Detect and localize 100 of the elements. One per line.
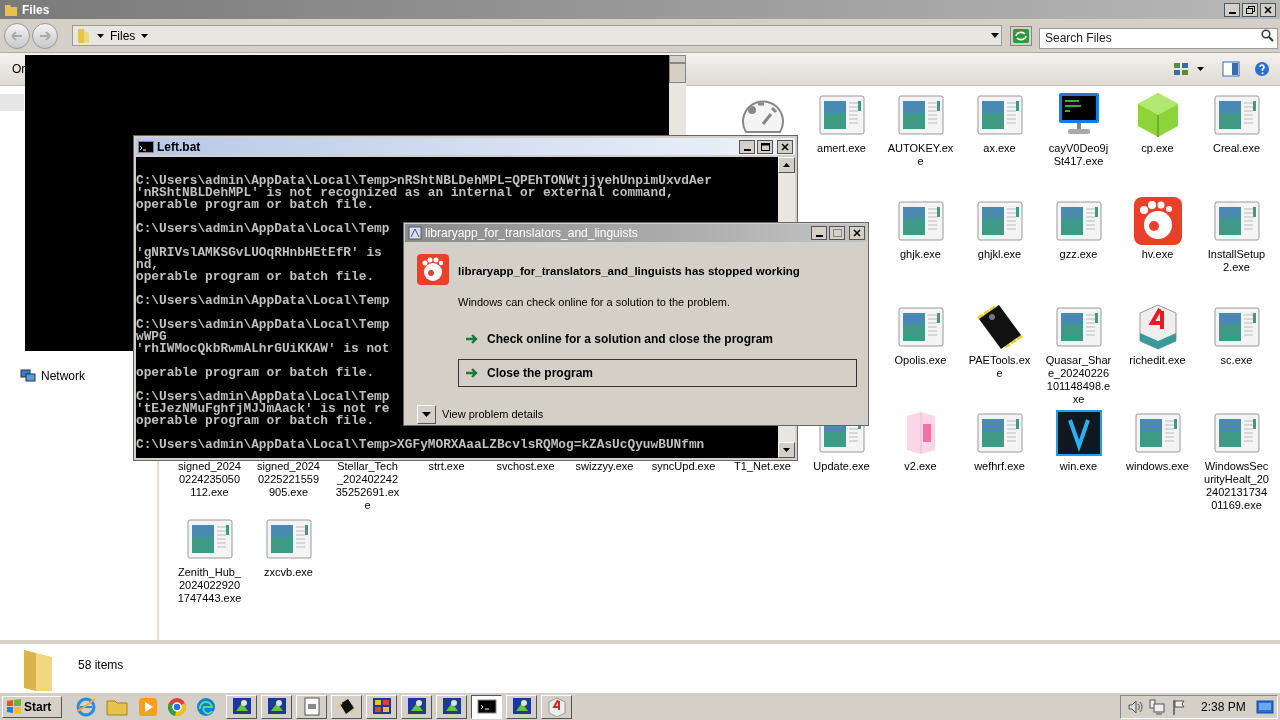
setup-icon xyxy=(406,696,427,717)
show-desktop-icon[interactable] xyxy=(1255,698,1274,715)
file-name[interactable]: WindowsSecurityHealt_20240213173401169.exe xyxy=(1203,460,1270,512)
console-line: operable program or batch file. xyxy=(136,415,375,427)
maximize-icon xyxy=(760,142,770,151)
console-line: 'rhIWMocQkbRwmALhrGUiKKAW' is not xyxy=(136,343,390,355)
option-link[interactable]: Check online for a solution and close the program xyxy=(458,324,857,353)
chrome-icon[interactable] xyxy=(167,696,187,717)
preview-pane-icon[interactable] xyxy=(1222,61,1240,77)
speaker-icon[interactable] xyxy=(1127,698,1143,715)
caret-icon[interactable] xyxy=(1197,67,1204,71)
file-name[interactable]: strt.exe xyxy=(413,460,480,473)
option-link[interactable]: Close the program xyxy=(458,358,857,387)
file-name[interactable]: zxcvb.exe xyxy=(255,566,322,579)
close-button[interactable] xyxy=(1260,2,1276,17)
file-name[interactable]: cp.exe xyxy=(1124,142,1191,155)
back-arrow-icon xyxy=(11,30,23,41)
down-arrow-icon xyxy=(783,448,790,452)
file-name[interactable]: gzz.exe xyxy=(1045,248,1112,261)
console-icon xyxy=(138,140,154,153)
view-options-icon[interactable] xyxy=(1173,62,1189,76)
file-name[interactable]: hv.exe xyxy=(1124,248,1191,261)
file-name[interactable]: InstallSetup2.exe xyxy=(1203,248,1270,274)
chip-icon xyxy=(336,696,357,717)
minimize-icon xyxy=(815,235,823,237)
search-field[interactable]: Search Files xyxy=(1039,27,1278,49)
file-name[interactable]: Zenith_Hub_20240229201747443.exe xyxy=(176,566,243,605)
console-line: C:\Users\admin\AppData\Local\Temp>nRShtNBLDehMPL=QPEhTONWtjjyehUnpimUxvdAer xyxy=(136,175,712,187)
file-name[interactable]: T1_Net.exe xyxy=(729,460,796,473)
maximize-button[interactable] xyxy=(1242,2,1258,17)
file-name[interactable]: PAETools.exe xyxy=(966,354,1033,380)
file-name[interactable]: Update.exe xyxy=(808,460,875,473)
flag-icon[interactable] xyxy=(1171,698,1187,715)
dialog-message: Windows can check online for a solution to the problem. xyxy=(458,295,732,311)
caret-icon xyxy=(141,33,149,38)
details-label[interactable]: View problem details xyxy=(442,406,544,423)
dropdown-arrow-icon[interactable] xyxy=(991,33,999,38)
nav-item[interactable]: Network xyxy=(20,367,85,385)
chevron-down-icon xyxy=(422,411,431,417)
file-name[interactable]: Opolis.exe xyxy=(887,354,954,367)
application-icon xyxy=(1134,413,1181,453)
scroll-down-button[interactable] xyxy=(778,442,795,458)
network-icon[interactable] xyxy=(1149,698,1165,715)
file-name[interactable]: amert.exe xyxy=(808,142,875,155)
console-line: wWPG xyxy=(136,331,167,343)
organize-menu[interactable]: Or xyxy=(12,60,26,78)
file-name[interactable]: ghjkl.exe xyxy=(966,248,1033,261)
help-icon[interactable] xyxy=(1254,61,1270,77)
start-button[interactable]: Start xyxy=(2,695,62,718)
minimize-icon xyxy=(1228,11,1236,14)
file-name[interactable]: ghjk.exe xyxy=(887,248,954,261)
file-name[interactable]: sc.exe xyxy=(1203,354,1270,367)
restore-icon xyxy=(1245,5,1255,14)
minimize-button[interactable] xyxy=(739,139,755,154)
file-name[interactable]: Creal.exe xyxy=(1203,142,1270,155)
file-name[interactable]: v2.exe xyxy=(887,460,954,473)
close-button[interactable] xyxy=(777,139,793,154)
minimize-button[interactable] xyxy=(811,226,827,240)
console-line: operable program or batch file. xyxy=(136,367,375,379)
file-name[interactable]: Quasar_Share_20240226101148498.exe xyxy=(1045,354,1112,406)
console-line: 'tEJezNMuFghfjMJJmAack' is not re xyxy=(136,403,390,415)
close-icon xyxy=(1264,5,1272,14)
application-icon xyxy=(1055,201,1102,241)
file-name[interactable]: Stellar_Tech_20240224235252691.exe xyxy=(334,460,401,512)
file-name[interactable]: AUTOKEY.exe xyxy=(887,142,954,168)
application-icon xyxy=(1213,307,1260,347)
file-name[interactable]: syncUpd.exe xyxy=(650,460,717,473)
setup-icon xyxy=(266,696,287,717)
minimize-button[interactable] xyxy=(1224,2,1240,17)
expand-button[interactable] xyxy=(417,404,436,424)
close-button[interactable] xyxy=(849,226,865,240)
window-title: Left.bat xyxy=(157,138,201,156)
file-name[interactable]: signed_20240224235050112.exe xyxy=(176,460,243,499)
application-icon xyxy=(976,95,1023,135)
file-name[interactable]: swizzyy.exe xyxy=(571,460,638,473)
file-name[interactable]: windows.exe xyxy=(1124,460,1191,473)
file-name[interactable]: wefhrf.exe xyxy=(966,460,1033,473)
refresh-button[interactable] xyxy=(1010,25,1032,46)
application-icon xyxy=(976,413,1023,453)
application-icon xyxy=(818,95,865,135)
taskbar-button[interactable] xyxy=(471,694,502,719)
application-icon xyxy=(265,519,312,559)
file-name[interactable]: signed_20240225221559905.exe xyxy=(255,460,322,499)
scroll-thumb[interactable] xyxy=(669,63,686,83)
application-icon xyxy=(897,307,944,347)
clock[interactable]: 2:38 PM xyxy=(1201,697,1246,716)
maximize-button[interactable] xyxy=(757,139,773,154)
file-name[interactable]: svchost.exe xyxy=(492,460,559,473)
console-line: nd, xyxy=(136,259,160,271)
app-icon xyxy=(417,254,449,285)
file-name[interactable]: ax.exe xyxy=(966,142,1033,155)
file-name[interactable]: cayV0Deo9jSt417.exe xyxy=(1045,142,1112,168)
address-bar[interactable]: Files xyxy=(72,25,1002,46)
setup-icon xyxy=(231,696,252,717)
file-name[interactable]: richedit.exe xyxy=(1124,354,1191,367)
dialog-heading: libraryapp_for_translators_and_linguists has stopped working xyxy=(458,264,800,279)
console-line: C:\Users\admin\AppData\Local\Temp xyxy=(136,319,390,331)
edge-icon[interactable] xyxy=(196,696,216,717)
file-name[interactable]: win.exe xyxy=(1045,460,1112,473)
breadcrumb[interactable]: Files xyxy=(110,26,136,45)
